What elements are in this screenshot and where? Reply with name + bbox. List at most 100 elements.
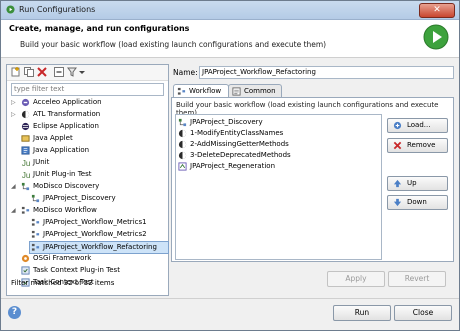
tree-item-label: Task Context Plug-in Test (33, 266, 120, 274)
down-button-label: Down (407, 198, 427, 206)
tree-item-task-context-plugin-test[interactable]: Task Context Plug-in Test (11, 265, 166, 276)
java-applet-icon (21, 135, 30, 142)
tree-item-label: JPAProject_Workflow_Refactoring (43, 243, 157, 251)
tree-item-osgi-framework[interactable]: OSGi Framework (11, 253, 166, 264)
arrow-up-icon (393, 179, 402, 188)
java-app-icon (21, 146, 30, 155)
collapse-all-icon[interactable] (54, 67, 64, 77)
tree-item-modisco-discovery[interactable]: ◢ MoDisco Discovery (11, 181, 166, 192)
task-context-icon (21, 266, 30, 275)
workflow-config-icon (31, 218, 40, 226)
tree-item-label: JPAProject_Workflow_Metrics1 (43, 218, 147, 226)
tree-item-label: MoDisco Discovery (33, 182, 100, 190)
name-field[interactable]: JPAProject_Workflow_Refactoring (199, 66, 454, 79)
tree-item-label: JPAProject_Discovery (43, 194, 116, 202)
run-configurations-window: Run Configurations ✕ Create, manage, and… (0, 0, 460, 331)
filter-icon[interactable] (67, 67, 77, 77)
close-window-button[interactable]: ✕ (419, 3, 455, 18)
atl-icon (178, 140, 187, 149)
run-configurations-app-icon (6, 5, 15, 14)
list-item-label: JPAProject_Regeneration (190, 162, 276, 170)
tree-item-eclipse-application[interactable]: Eclipse Application (11, 121, 166, 132)
collapse-arrow-icon[interactable]: ◢ (11, 181, 17, 192)
discovery-config-icon (178, 118, 187, 127)
collapse-arrow-icon[interactable]: ◢ (11, 205, 17, 216)
remove-button[interactable]: Remove (387, 138, 448, 153)
common-tab-icon (232, 87, 241, 96)
tree-item-modisco-workflow[interactable]: ◢ MoDisco Workflow (11, 205, 166, 216)
list-item-label: 1-ModifyEntityClassNames (190, 129, 284, 137)
filter-menu-chevron-down-icon[interactable] (78, 67, 86, 77)
workflow-config-icon (31, 230, 40, 238)
tree-item-junit-plugin-test[interactable]: Ju JUnit Plug-in Test (11, 169, 166, 180)
tree-toolbar (7, 65, 168, 81)
tree-item-jpaproject-discovery[interactable]: JPAProject_Discovery (11, 193, 166, 204)
list-item-label: 3-DeleteDeprecatedMethods (190, 151, 291, 159)
tree-item-acceleo-application[interactable]: ▷ Acceleo Application (11, 97, 166, 108)
tree-item-jpaproject-workflow-metrics1[interactable]: JPAProject_Workflow_Metrics1 (11, 217, 166, 228)
duplicate-icon[interactable] (24, 67, 34, 77)
tab-label: Workflow (189, 87, 222, 95)
tree-item-label: Java Applet (33, 134, 73, 142)
window-title: Run Configurations (19, 5, 96, 14)
banner-subheading: Build your basic workflow (load existing… (20, 40, 327, 49)
svg-text:Ju: Ju (22, 159, 30, 167)
discovery-config-icon (31, 194, 40, 203)
remove-button-label: Remove (407, 141, 436, 149)
tree-item-label: Eclipse Application (33, 122, 99, 130)
editor-tabs: Workflow Common (171, 84, 454, 98)
help-icon[interactable]: ? (8, 306, 21, 319)
osgi-icon (21, 254, 30, 263)
tab-workflow[interactable]: Workflow (173, 84, 229, 98)
tree-item-jpaproject-workflow-metrics2[interactable]: JPAProject_Workflow_Metrics2 (11, 229, 166, 240)
revert-button[interactable]: Revert (388, 271, 446, 287)
filter-status-text: Filter matched 32 of 32 items (11, 279, 115, 287)
footer-divider (1, 298, 459, 299)
tree-item-label: JUnit (33, 158, 50, 166)
tab-label: Common (244, 87, 276, 95)
up-button[interactable]: Up (387, 176, 448, 191)
banner-heading: Create, manage, and run configurations (9, 24, 190, 33)
new-configuration-icon[interactable] (11, 67, 21, 77)
tree-item-java-application[interactable]: Java Application (11, 145, 166, 156)
tree-item-junit[interactable]: Ju JUnit (11, 157, 166, 168)
tree-item-label: MoDisco Workflow (33, 206, 97, 214)
close-button[interactable]: Close (394, 305, 452, 321)
expand-arrow-icon[interactable]: ▷ (11, 97, 17, 108)
down-button[interactable]: Down (387, 195, 448, 210)
svg-text:Ju: Ju (22, 171, 30, 179)
arrow-down-icon (393, 198, 402, 207)
expand-arrow-icon[interactable]: ▷ (11, 109, 17, 120)
load-button-label: Load... (407, 121, 431, 129)
title-bar[interactable]: Run Configurations ✕ (1, 1, 459, 20)
workflow-tab-panel: Build your basic workflow (load existing… (171, 97, 454, 262)
workflow-tab-icon (177, 87, 186, 95)
list-item-label: 2-AddMissingGetterMethods (190, 140, 289, 148)
load-icon (393, 121, 402, 130)
acceleo-icon (21, 98, 30, 107)
tree-item-atl-transformation[interactable]: ▷ ATL Transformation (11, 109, 166, 120)
configuration-editor: Name: JPAProject_Workflow_Refactoring Wo… (171, 64, 454, 294)
delete-icon[interactable] (37, 67, 47, 77)
tree-item-label: Acceleo Application (33, 98, 102, 106)
apply-button[interactable]: Apply (327, 271, 385, 287)
remove-icon (393, 141, 402, 150)
acceleo-icon (178, 162, 187, 171)
tree-item-label: OSGi Framework (33, 254, 92, 262)
atl-icon (178, 151, 187, 160)
tab-common[interactable]: Common (228, 84, 282, 97)
list-item-label: JPAProject_Discovery (190, 118, 263, 126)
tree-item-label: ATL Transformation (33, 110, 101, 118)
tree-item-java-applet[interactable]: Java Applet (11, 133, 166, 144)
name-label: Name: (173, 68, 198, 77)
workflow-list[interactable]: JPAProject_Discovery 1-ModifyEntityClass… (175, 114, 382, 260)
configuration-tree-panel: type filter text ▷ Acceleo Application ▷… (6, 64, 169, 296)
load-button[interactable]: Load... (387, 118, 448, 133)
up-button-label: Up (407, 179, 417, 187)
run-button[interactable]: Run (333, 305, 391, 321)
run-icon (423, 24, 449, 50)
eclipse-icon (21, 122, 30, 131)
junit-plugin-icon: Ju (22, 171, 30, 179)
tree-item-label: Java Application (33, 146, 90, 154)
filter-input[interactable]: type filter text (11, 83, 164, 96)
